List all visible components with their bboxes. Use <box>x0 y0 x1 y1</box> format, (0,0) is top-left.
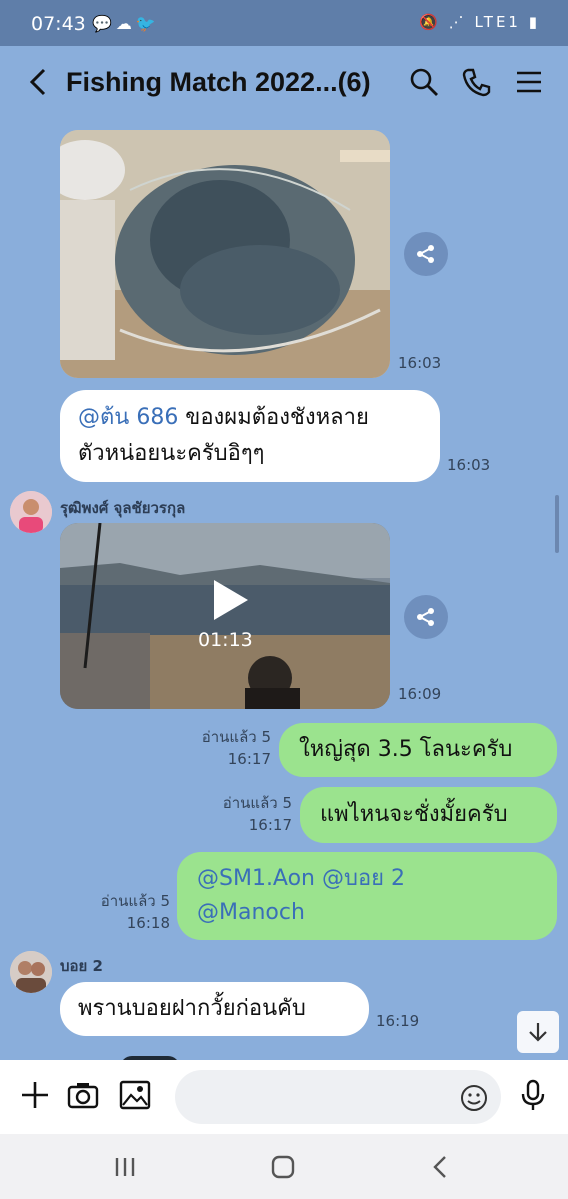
play-icon[interactable] <box>210 578 250 622</box>
read-count: อ่านแล้ว 5 <box>100 892 170 910</box>
chat-title: Fishing Match 2022...(6) <box>66 67 371 97</box>
outgoing-message[interactable]: แพไหนจะชั่งมั้ยครับ <box>300 787 557 843</box>
message-time: 16:18 <box>126 914 170 932</box>
sender-name: บอย 2 <box>60 957 103 975</box>
back-arrow-icon[interactable] <box>22 64 56 100</box>
message-time: 16:19 <box>376 1012 420 1030</box>
avatar[interactable] <box>10 951 52 993</box>
back-nav-icon[interactable] <box>426 1154 456 1180</box>
avatar-image <box>10 951 52 993</box>
message-time: 16:17 <box>227 750 271 768</box>
phone-call-icon[interactable] <box>459 64 495 100</box>
message-time: 16:03 <box>398 354 442 372</box>
message-text: พรานบอยฝากวั้ยก่อนคับ <box>78 996 306 1021</box>
sender-name: รุฒิพงศ์ จุลชัยวรกุล <box>60 499 186 517</box>
menu-icon[interactable] <box>511 64 547 100</box>
plus-icon[interactable] <box>18 1078 52 1112</box>
avatar-image <box>10 491 52 533</box>
system-navigation-bar <box>0 1134 568 1199</box>
read-receipt: อ่านแล้ว 5 16:17 <box>180 726 271 770</box>
avatar[interactable] <box>10 491 52 533</box>
status-bar: 07:43 💬☁🐦 🔕 ⋰ LTE1 ▮ <box>0 0 568 46</box>
scrollbar-thumb[interactable] <box>555 495 559 553</box>
incoming-message[interactable]: พรานบอยฝากวั้ยก่อนคับ <box>60 982 369 1036</box>
search-icon[interactable] <box>406 64 442 100</box>
message-time: 16:09 <box>398 685 442 703</box>
home-icon[interactable] <box>268 1154 298 1180</box>
read-count: อ่านแล้ว 5 <box>222 794 292 812</box>
share-button[interactable] <box>404 595 448 639</box>
image-icon[interactable] <box>118 1078 152 1112</box>
message-text: แพไหนจะชั่งมั้ยครับ <box>320 802 508 827</box>
fish-net-photo[interactable] <box>60 130 390 378</box>
message-input[interactable] <box>175 1070 501 1124</box>
read-receipt: อ่านแล้ว 5 16:18 <box>60 890 170 934</box>
share-icon <box>417 245 434 263</box>
message-text: ตัวหน่อยนะครับอิๆๆ <box>78 441 265 466</box>
camera-icon[interactable] <box>66 1078 100 1112</box>
mention-link[interactable]: @ต้น 686 <box>78 405 178 430</box>
system-status-icons: 🔕 ⋰ LTE1 ▮ <box>419 13 540 31</box>
message-text: ของผมต้องชังหลาย <box>178 405 369 430</box>
mention-link[interactable]: @SM1.Aon @บอย 2 <box>197 862 537 896</box>
outgoing-message[interactable]: ใหญ่สุด 3.5 โลนะครับ <box>279 723 557 777</box>
incoming-message[interactable]: @ต้น 686 ของผมต้องชังหลาย ตัวหน่อยนะครับ… <box>60 390 440 482</box>
microphone-icon[interactable] <box>516 1078 550 1112</box>
status-time: 07:43 <box>31 13 86 35</box>
arrow-down-icon <box>529 1023 547 1042</box>
message-text: ใหญ่สุด 3.5 โลนะครับ <box>299 737 513 762</box>
message-input-bar <box>0 1060 568 1134</box>
emoji-icon[interactable] <box>459 1083 489 1113</box>
message-time: 16:03 <box>447 456 491 474</box>
photo-illustration <box>60 130 390 378</box>
read-count: อ่านแล้ว 5 <box>201 728 271 746</box>
share-icon <box>417 608 434 626</box>
video-duration: 01:13 <box>198 629 253 651</box>
read-receipt: อ่านแล้ว 5 16:17 <box>180 792 292 836</box>
mention-link[interactable]: @Manoch <box>197 896 537 930</box>
scroll-down-button[interactable] <box>517 1011 559 1053</box>
recent-apps-icon[interactable] <box>110 1154 140 1180</box>
outgoing-message[interactable]: @SM1.Aon @บอย 2 @Manoch <box>177 852 557 940</box>
message-time: 16:17 <box>248 816 292 834</box>
chat-area[interactable]: 16:03 @ต้น 686 ของผมต้องชังหลาย ตัวหน่อย… <box>0 120 568 1060</box>
notification-icons: 💬☁🐦 <box>92 14 160 33</box>
chat-header: Fishing Match 2022...(6) <box>0 46 568 120</box>
share-button[interactable] <box>404 232 448 276</box>
